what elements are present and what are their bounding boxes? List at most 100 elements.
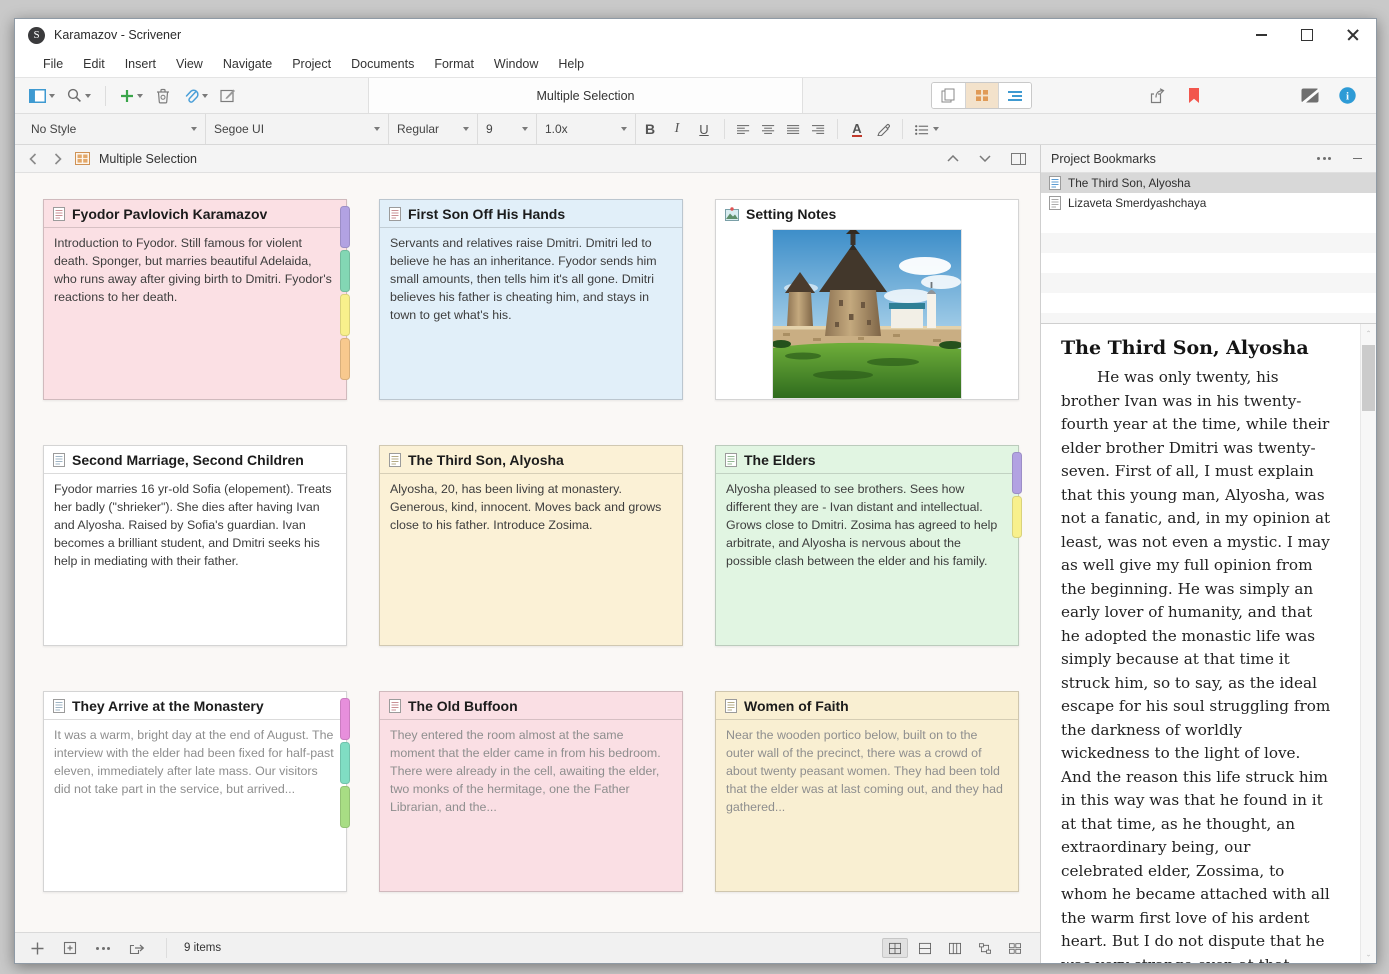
search-button[interactable]	[63, 85, 95, 106]
menu-file[interactable]: File	[33, 51, 73, 77]
line-spacing-value: 1.0x	[545, 122, 568, 136]
menu-project[interactable]: Project	[282, 51, 341, 77]
card-synopsis: Introduction to Fyodor. Still famous for…	[54, 236, 332, 304]
align-center-button[interactable]	[756, 114, 781, 144]
share-button[interactable]	[1145, 85, 1170, 107]
index-card-women-of-faith[interactable]: Women of Faith Near the wooden portico b…	[715, 691, 1019, 892]
corkboard-view-button[interactable]	[965, 83, 998, 108]
toolbar-right-group: i	[803, 78, 1376, 113]
font-weight-value: Regular	[397, 122, 440, 136]
line-spacing-select[interactable]: 1.0x	[537, 114, 636, 144]
style-select[interactable]: No Style	[23, 114, 206, 144]
font-select[interactable]: Segoe UI	[206, 114, 389, 144]
menu-help[interactable]: Help	[548, 51, 594, 77]
compose-button[interactable]	[216, 85, 240, 106]
menu-format[interactable]: Format	[424, 51, 484, 77]
add-button[interactable]	[27, 939, 48, 958]
index-card-first-son[interactable]: First Son Off His Hands Servants and rel…	[379, 199, 683, 400]
scroll-up-button[interactable]	[1361, 324, 1376, 339]
index-card-they-arrive[interactable]: They Arrive at the Monastery It was a wa…	[43, 691, 350, 892]
index-card-third-son[interactable]: The Third Son, Alyosha Alyosha, 20, has …	[379, 445, 683, 646]
split-editor-icon	[1011, 152, 1026, 165]
export-icon	[129, 944, 145, 954]
list-button[interactable]	[909, 114, 945, 144]
card-header: Second Marriage, Second Children	[44, 446, 346, 474]
bold-label: B	[644, 121, 656, 137]
align-left-icon	[737, 124, 750, 134]
maximize-button[interactable]	[1284, 19, 1330, 51]
document-icon	[389, 453, 401, 467]
add-document-button[interactable]	[59, 938, 81, 958]
index-card-old-buffoon[interactable]: The Old Buffoon They entered the room al…	[379, 691, 683, 892]
bookmark-item[interactable]: The Third Son, Alyosha	[1041, 173, 1376, 193]
link-button[interactable]	[179, 85, 212, 107]
forward-button[interactable]	[50, 150, 66, 168]
collapse-up-button[interactable]	[943, 152, 963, 165]
menu-edit[interactable]: Edit	[73, 51, 115, 77]
bold-button[interactable]: B	[636, 114, 664, 144]
collapse-down-button[interactable]	[975, 152, 995, 165]
card-synopsis: They entered the room almost at the same…	[390, 728, 661, 814]
preview-scrollbar[interactable]	[1360, 324, 1376, 963]
menu-view[interactable]: View	[166, 51, 213, 77]
text-color-button[interactable]: A	[844, 114, 870, 144]
chevron-down-icon	[933, 127, 939, 131]
underline-button[interactable]: U	[690, 114, 718, 144]
label-view-button[interactable]	[1002, 938, 1028, 958]
align-left-button[interactable]	[731, 114, 756, 144]
binder-toggle-button[interactable]	[25, 86, 59, 106]
collapse-up-icon	[947, 155, 959, 162]
collapse-panel-button[interactable]	[1349, 155, 1366, 163]
menu-window[interactable]: Window	[484, 51, 548, 77]
justify-button[interactable]	[781, 114, 806, 144]
export-button[interactable]	[125, 939, 149, 958]
compose-mode-button[interactable]	[1297, 85, 1323, 106]
freeform-view-button[interactable]	[972, 938, 998, 958]
keyword-chip	[340, 338, 350, 380]
split-editor-button[interactable]	[1007, 150, 1030, 168]
corkboard-icon	[75, 152, 90, 165]
style-select-value: No Style	[31, 122, 77, 136]
chevron-down-icon	[374, 127, 380, 131]
align-right-button[interactable]	[806, 114, 831, 144]
share-icon	[1150, 87, 1165, 103]
scroll-thumb[interactable]	[1362, 345, 1375, 411]
chevron-down-icon	[621, 127, 627, 131]
grid-view-button[interactable]	[882, 938, 908, 958]
menu-documents[interactable]: Documents	[341, 51, 424, 77]
editor-header-right	[943, 150, 1030, 168]
toolbar-left-group	[15, 78, 368, 113]
bookmark-item[interactable]: Lizaveta Smerdyashchaya	[1041, 193, 1376, 213]
close-button[interactable]	[1330, 19, 1376, 51]
inspector-button[interactable]: i	[1335, 84, 1360, 107]
highlight-button[interactable]	[870, 114, 896, 144]
menu-insert[interactable]: Insert	[115, 51, 166, 77]
keyword-chip	[340, 294, 350, 336]
menu-navigate[interactable]: Navigate	[213, 51, 282, 77]
minimize-button[interactable]	[1238, 19, 1284, 51]
rows-view-button[interactable]	[912, 938, 938, 958]
bookmarks-more-button[interactable]	[1313, 154, 1335, 163]
index-card-elders[interactable]: The Elders Alyosha pleased to see brothe…	[715, 445, 1022, 646]
add-item-button[interactable]	[116, 86, 147, 106]
bookmark-button[interactable]	[1184, 85, 1204, 107]
maximize-icon	[1301, 29, 1313, 41]
corkboard-view-icon	[976, 90, 988, 101]
document-view-button[interactable]	[932, 83, 965, 108]
font-size-select[interactable]: 9	[478, 114, 537, 144]
back-button[interactable]	[25, 150, 41, 168]
index-card-fyodor[interactable]: Fyodor Pavlovich Karamazov Introduction …	[43, 199, 350, 400]
trash-button[interactable]	[151, 85, 175, 107]
index-card-setting-notes[interactable]: Setting Notes	[715, 199, 1019, 400]
outline-view-button[interactable]	[998, 83, 1031, 108]
more-button[interactable]	[92, 944, 114, 953]
columns-view-button[interactable]	[942, 938, 968, 958]
index-card-second-marriage[interactable]: Second Marriage, Second Children Fyodor …	[43, 445, 347, 646]
window-title: Karamazov - Scrivener	[54, 28, 182, 42]
font-size-value: 9	[486, 122, 493, 136]
list-icon	[915, 124, 929, 135]
card-title: The Elders	[744, 451, 816, 468]
italic-button[interactable]: I	[664, 114, 690, 144]
font-weight-select[interactable]: Regular	[389, 114, 478, 144]
scroll-down-button[interactable]	[1361, 948, 1376, 963]
